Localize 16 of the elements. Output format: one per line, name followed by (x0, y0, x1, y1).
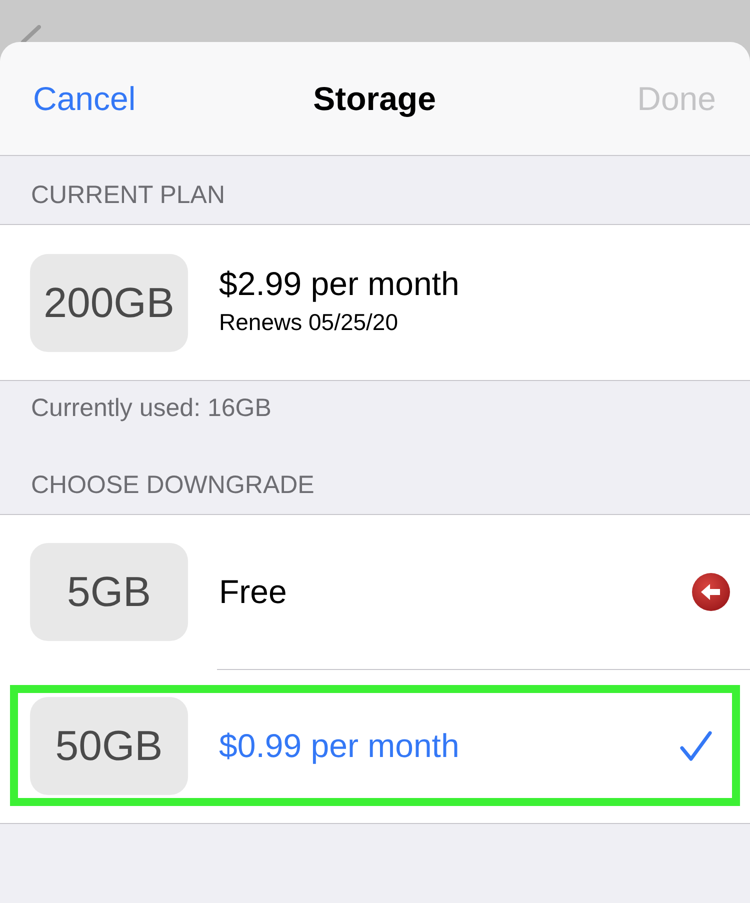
usage-note: Currently used: 16GB (31, 394, 272, 422)
size-badge: 200GB (30, 254, 188, 352)
sheet-title: Storage (313, 78, 436, 118)
section-header: CHOOSE DOWNGRADE (31, 472, 314, 498)
cancel-button[interactable]: Cancel (33, 78, 136, 118)
section-header: CURRENT PLAN (31, 182, 226, 208)
plan-price: $2.99 per month (219, 264, 460, 304)
plan-price: $0.99 per month (219, 726, 460, 766)
plan-price: Free (219, 572, 287, 612)
plan-option-row[interactable]: 5GB Free (0, 515, 750, 669)
chevron-icon (20, 25, 41, 42)
plan-option-row[interactable]: 50GB $0.99 per month (0, 669, 750, 823)
size-badge: 50GB (30, 697, 188, 795)
renewal-date: Renews 05/25/20 (219, 308, 398, 336)
checkmark-icon (680, 730, 712, 762)
size-badge: 5GB (30, 543, 188, 641)
